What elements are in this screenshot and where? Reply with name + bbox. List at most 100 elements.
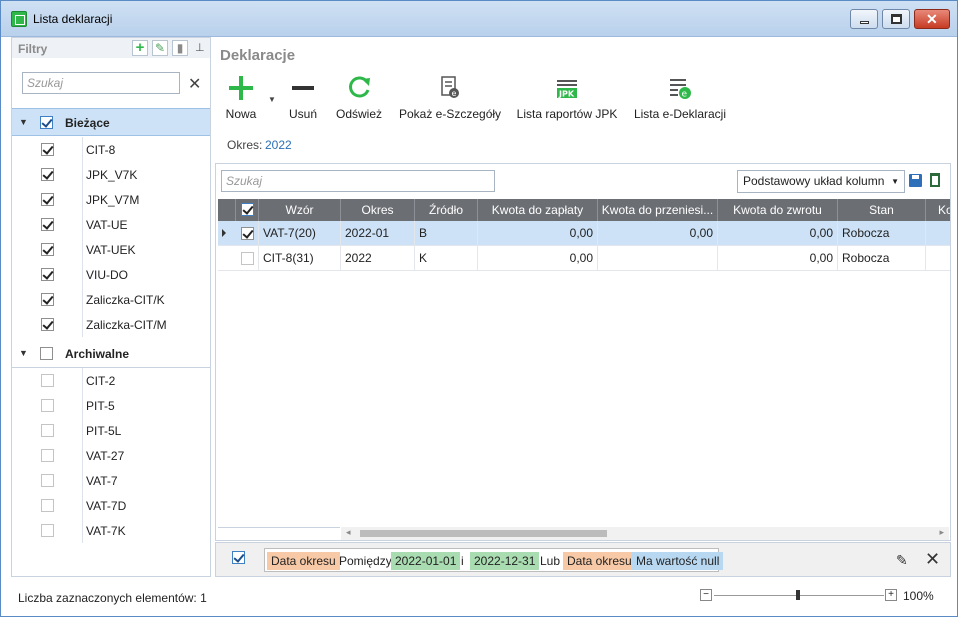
select-all-header[interactable] <box>236 199 259 221</box>
filter-operator-tag[interactable]: Ma wartość null <box>632 552 724 570</box>
jpk-reports-button[interactable]: JPK Lista raportów JPK <box>516 75 618 125</box>
zoom-out-button[interactable]: − <box>700 589 712 601</box>
horizontal-scrollbar[interactable]: ◂ ▸ <box>341 527 949 540</box>
filter-item[interactable]: Zaliczka-CIT/M <box>12 312 210 337</box>
filter-operator-tag[interactable]: Pomiędzy <box>335 552 396 570</box>
filter-enabled-checkbox[interactable] <box>232 551 245 564</box>
scroll-left-icon[interactable]: ◂ <box>346 527 351 538</box>
zoom-in-button[interactable]: + <box>885 589 897 601</box>
filters-search-input[interactable]: Szukaj <box>22 72 180 94</box>
filter-item-checkbox[interactable] <box>41 293 54 306</box>
filter-item[interactable]: Zaliczka-CIT/K <box>12 287 210 312</box>
collapse-arrow-icon[interactable]: ▼ <box>19 117 28 127</box>
save-layout-icon[interactable] <box>909 174 922 187</box>
grid-search-input[interactable]: Szukaj <box>221 170 495 192</box>
filter-item[interactable]: JPK_V7K <box>12 162 210 187</box>
scroll-right-icon[interactable]: ▸ <box>939 527 944 538</box>
col-header[interactable]: Źródło <box>415 199 478 221</box>
clear-search-icon[interactable]: ✕ <box>188 74 201 94</box>
show-e-details-button[interactable]: e Pokaż e-Szczegóły <box>399 75 501 125</box>
new-button[interactable]: Nowa <box>223 75 259 125</box>
filter-item-checkbox[interactable] <box>41 399 54 412</box>
filter-item-label: CIT-8 <box>86 143 116 157</box>
filter-value-tag[interactable]: 2022-12-31 <box>470 552 540 570</box>
filter-item-checkbox[interactable] <box>41 449 54 462</box>
col-header[interactable]: Okres <box>341 199 415 221</box>
row-checkbox[interactable] <box>241 252 254 265</box>
table-row[interactable]: VAT-7(20) 2022-01 B 0,00 0,00 0,00 Roboc… <box>218 221 950 246</box>
row-checkbox[interactable] <box>241 227 254 240</box>
filter-item-checkbox[interactable] <box>41 193 54 206</box>
refresh-button[interactable]: Odśwież <box>335 75 383 125</box>
filter-item-checkbox[interactable] <box>41 499 54 512</box>
filter-field-tag[interactable]: Data okresu <box>563 552 636 570</box>
close-window-button[interactable]: ✕ <box>914 9 950 29</box>
filter-operator-tag: i <box>461 554 464 568</box>
filter-item[interactable]: PIT-5L <box>12 418 210 443</box>
page-title: Deklaracje <box>220 47 296 64</box>
col-header[interactable]: Ko <box>926 199 950 221</box>
group-current[interactable]: ▼ Bieżące <box>12 108 210 136</box>
delete-filter-icon[interactable]: ▮ <box>172 40 188 56</box>
add-filter-icon[interactable]: + <box>132 40 148 56</box>
filter-field-tag[interactable]: Data okresu <box>267 552 340 570</box>
zoom-slider-thumb[interactable] <box>796 590 800 600</box>
filter-item[interactable]: CIT-2 <box>12 368 210 393</box>
filter-item[interactable]: PIT-5 <box>12 393 210 418</box>
filter-item-checkbox[interactable] <box>41 168 54 181</box>
column-layout-select[interactable]: Podstawowy układ kolumn ▼ <box>737 170 905 193</box>
new-dropdown-icon[interactable]: ▼ <box>268 95 276 104</box>
delete-button[interactable]: Usuń <box>286 75 320 125</box>
filter-item-checkbox[interactable] <box>41 218 54 231</box>
title-bar[interactable]: Lista deklaracji ✕ <box>1 1 957 37</box>
col-header[interactable]: Stan <box>838 199 926 221</box>
filter-item[interactable]: VAT-7D <box>12 493 210 518</box>
filter-item[interactable]: VAT-27 <box>12 443 210 468</box>
filter-item-checkbox[interactable] <box>41 143 54 156</box>
filter-item-checkbox[interactable] <box>41 243 54 256</box>
filter-item[interactable]: VAT-7K <box>12 518 210 543</box>
grid-header: Wzór Okres Źródło Kwota do zapłaty Kwota… <box>218 199 950 221</box>
col-header[interactable]: Kwota do zwrotu <box>718 199 838 221</box>
filter-item[interactable]: VAT-UE <box>12 212 210 237</box>
new-button-label: Nowa <box>225 107 257 121</box>
scrollbar-thumb[interactable] <box>360 530 607 537</box>
col-header[interactable]: Kwota do przeniesi... <box>598 199 718 221</box>
filter-item[interactable]: VAT-7 <box>12 468 210 493</box>
zoom-control[interactable]: − + 100% <box>700 589 940 603</box>
clear-filter-icon[interactable]: ✕ <box>925 549 940 570</box>
cell <box>598 246 718 271</box>
select-all-checkbox[interactable] <box>241 203 254 216</box>
period-link[interactable]: 2022 <box>265 138 292 152</box>
filter-item[interactable]: JPK_V7M <box>12 187 210 212</box>
filter-expression[interactable]: Data okresu Pomiędzy 2022-01-01 i 2022-1… <box>264 548 724 572</box>
show-e-details-label: Pokaż e-Szczegóły <box>399 107 502 121</box>
filter-logic-tag[interactable]: Lub <box>536 552 564 570</box>
col-header[interactable]: Wzór <box>259 199 341 221</box>
filter-item[interactable]: VAT-UEK <box>12 237 210 262</box>
group-current-checkbox[interactable] <box>40 116 53 129</box>
filter-item-checkbox[interactable] <box>41 318 54 331</box>
collapse-arrow-icon[interactable]: ▼ <box>19 348 28 358</box>
filter-item-checkbox[interactable] <box>41 524 54 537</box>
edit-filter-icon[interactable]: ✎ <box>152 40 168 56</box>
edit-filter-pencil-icon[interactable]: ✎ <box>896 552 908 569</box>
table-row[interactable]: CIT-8(31) 2022 K 0,00 0,00 Robocza <box>218 246 950 271</box>
e-declarations-button[interactable]: e Lista e-Deklaracji <box>632 75 728 125</box>
col-header[interactable]: Kwota do zapłaty <box>478 199 598 221</box>
pin-icon[interactable]: ⊥ <box>195 41 205 54</box>
filter-value-tag[interactable]: 2022-01-01 <box>391 552 461 570</box>
filter-item-checkbox[interactable] <box>41 268 54 281</box>
filter-item-checkbox[interactable] <box>41 374 54 387</box>
delete-layout-icon[interactable] <box>930 173 940 187</box>
filter-item[interactable]: CIT-8 <box>12 137 210 162</box>
filter-item-checkbox[interactable] <box>41 424 54 437</box>
minimize-button[interactable] <box>850 9 878 29</box>
filter-item[interactable]: VIU-DO <box>12 262 210 287</box>
maximize-button[interactable] <box>882 9 910 29</box>
group-archive[interactable]: ▼ Archiwalne <box>12 340 210 368</box>
frozen-scroll-area <box>218 527 340 540</box>
group-archive-checkbox[interactable] <box>40 347 53 360</box>
filter-item-checkbox[interactable] <box>41 474 54 487</box>
main-window: Lista deklaracji ✕ Filtry + ✎ ▮ ⊥ Szukaj… <box>0 0 958 617</box>
